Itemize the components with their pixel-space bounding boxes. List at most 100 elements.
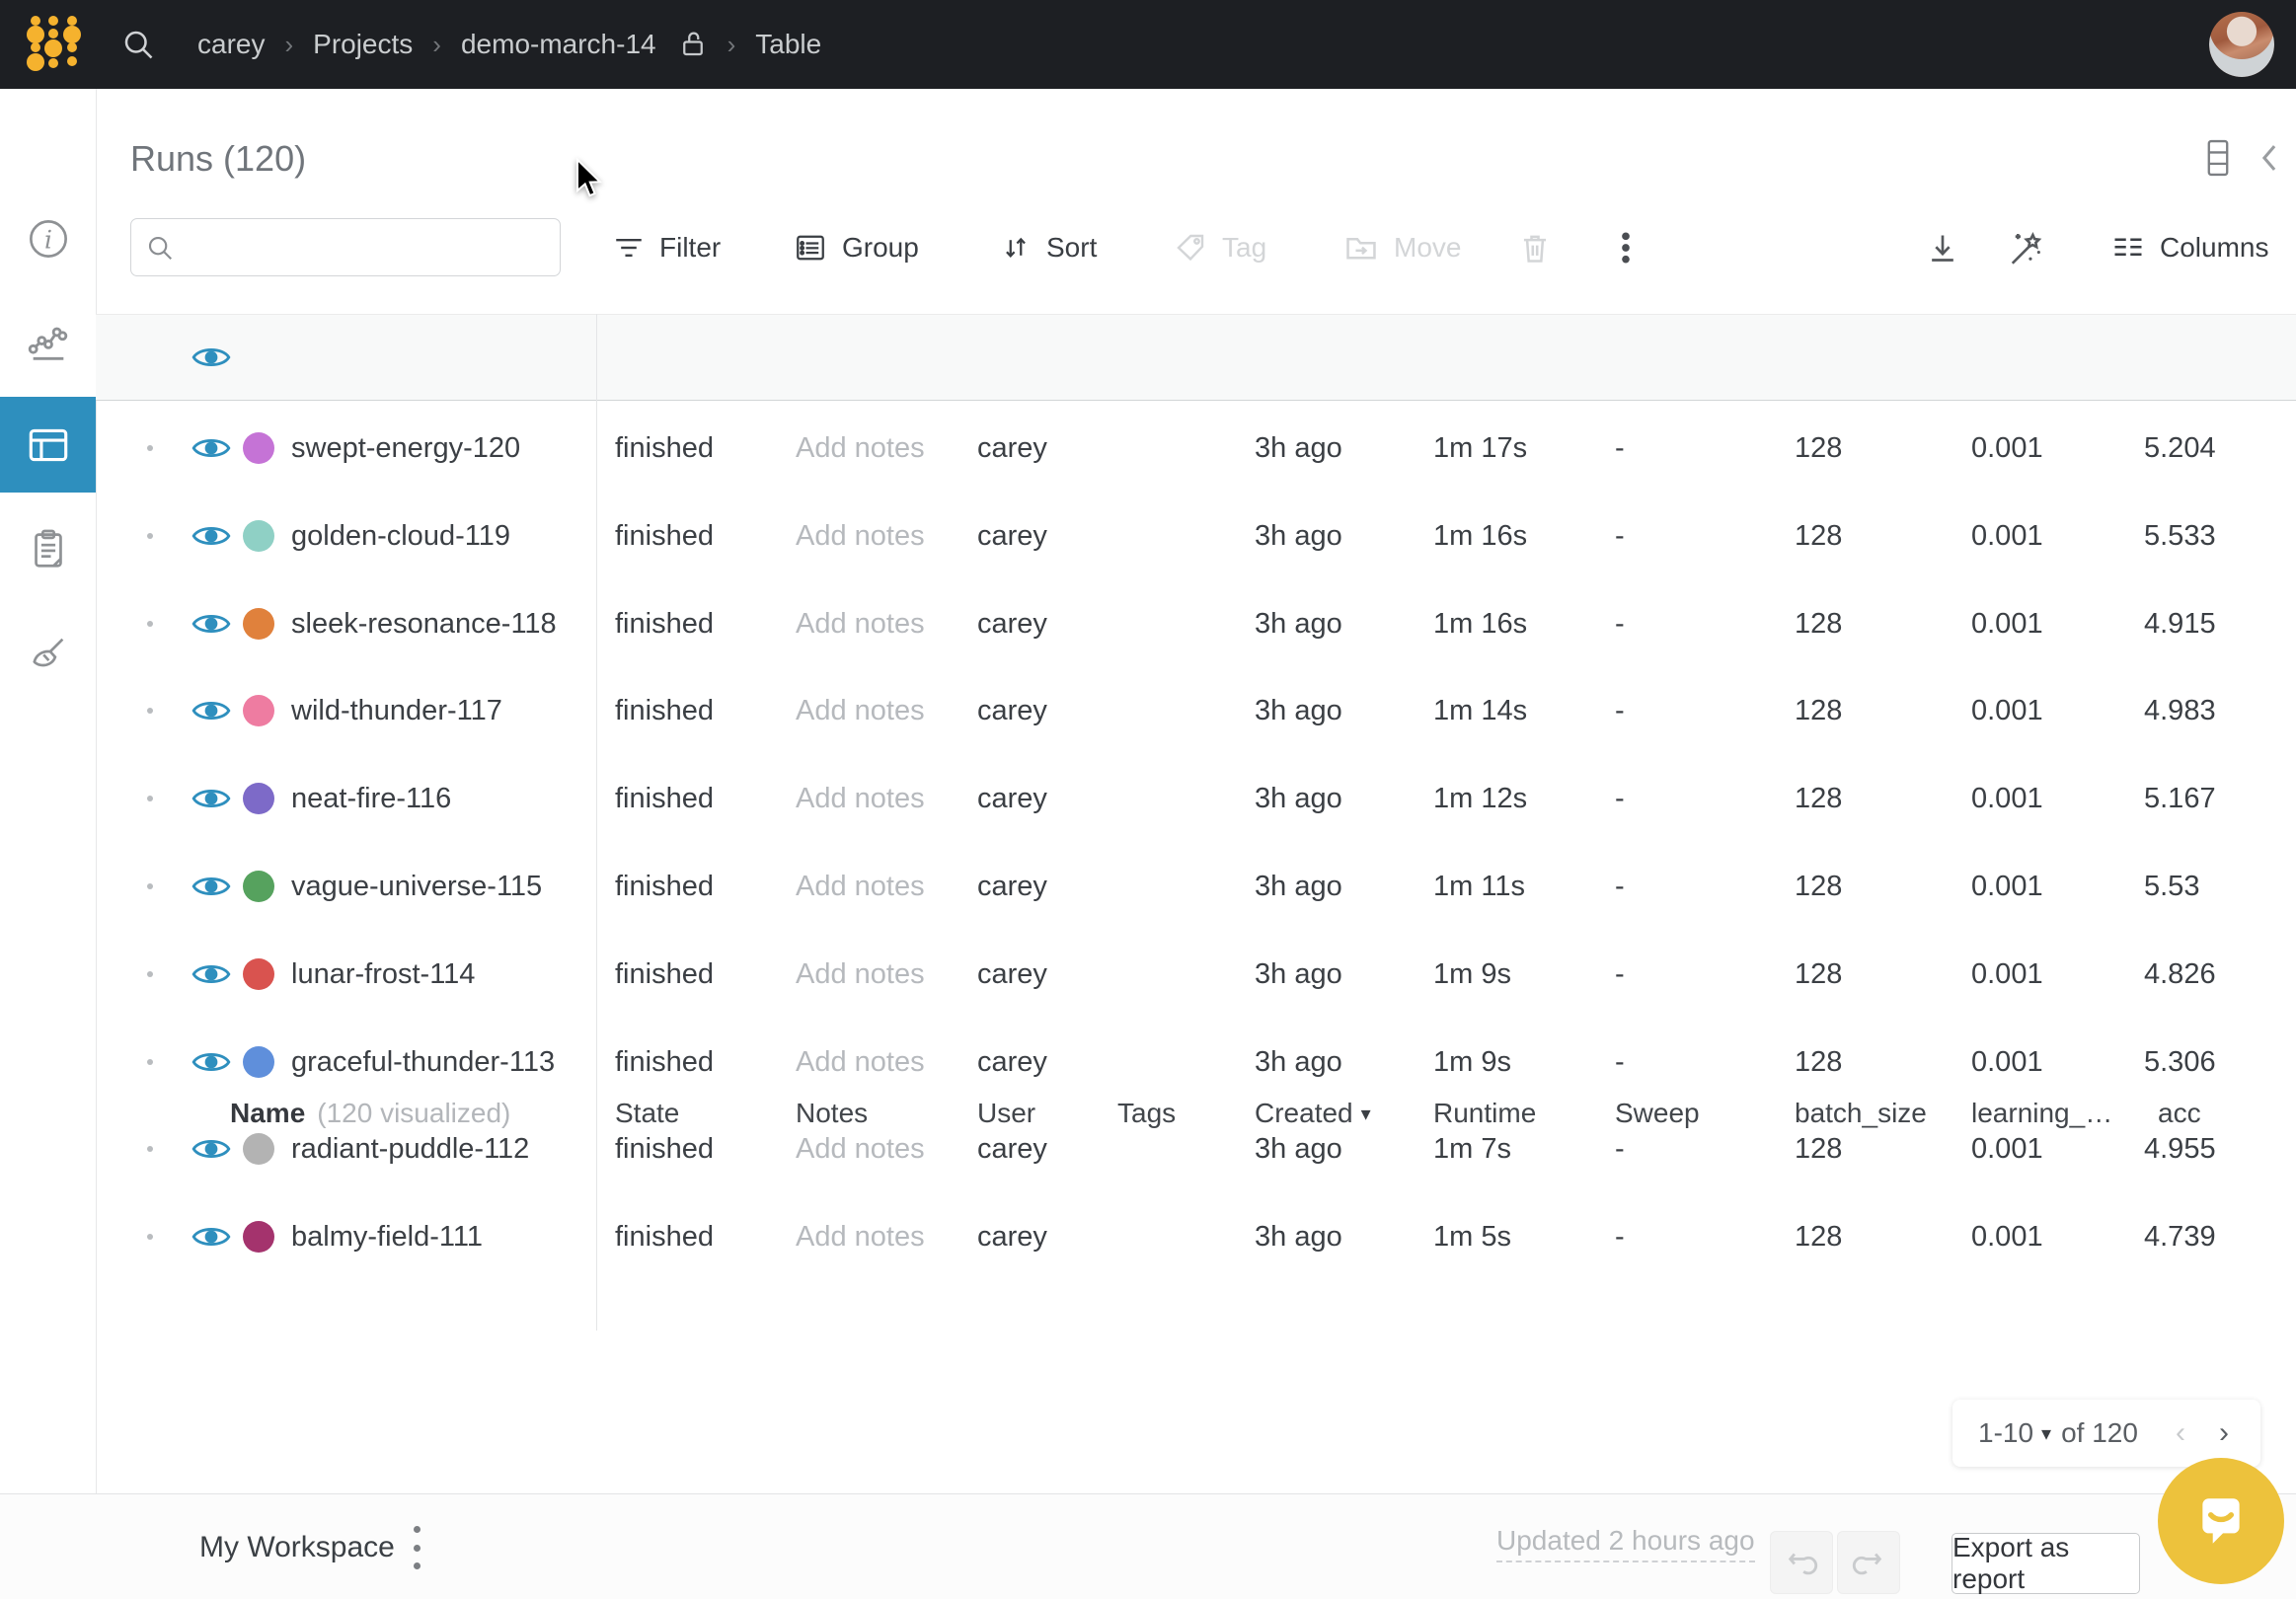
workspace-label[interactable]: My Workspace [199,1494,395,1599]
page-title: Runs (120) [130,138,306,180]
breadcrumb-project[interactable]: demo-march-14 [461,29,656,60]
more-actions-button[interactable] [1609,219,1643,276]
row-visibility-eye-icon[interactable] [191,580,232,667]
download-button[interactable] [1923,219,1962,276]
table-row[interactable]: wild-thunder-117 finished Add notes care… [0,667,2296,754]
run-name-link[interactable]: balmy-field-111 [291,1193,483,1280]
group-button[interactable]: Group [793,219,919,276]
table-row[interactable]: golden-cloud-119 finished Add notes care… [0,493,2296,579]
run-name-link[interactable]: graceful-thunder-113 [291,1019,555,1105]
breadcrumb-page[interactable]: Table [755,29,821,60]
run-name-link[interactable]: lunar-frost-114 [291,931,475,1018]
drag-handle-dot[interactable] [147,883,153,889]
user-avatar[interactable] [2209,12,2274,77]
prev-page-chevron-icon[interactable]: ‹ [2176,1416,2185,1450]
add-notes-placeholder[interactable]: Add notes [796,1105,925,1192]
tag-button[interactable]: Tag [1173,219,1266,276]
table-row[interactable]: swept-energy-120 finished Add notes care… [0,405,2296,492]
run-name-link[interactable]: vague-universe-115 [291,843,542,930]
run-name-link[interactable]: neat-fire-116 [291,755,451,842]
wandb-logo-icon[interactable] [16,8,89,81]
info-icon: i [26,216,71,262]
run-created: 3h ago [1255,667,1342,754]
add-notes-placeholder[interactable]: Add notes [796,1193,925,1280]
breadcrumb-user[interactable]: carey [197,29,265,60]
drag-handle-dot[interactable] [147,1146,153,1152]
run-name-link[interactable]: wild-thunder-117 [291,667,502,754]
run-user: carey [977,931,1047,1018]
row-visibility-eye-icon[interactable] [191,755,232,842]
table-row[interactable]: graceful-thunder-113 finished Add notes … [0,1019,2296,1105]
run-color-dot [243,608,274,640]
run-state: finished [615,931,714,1018]
mouse-cursor-icon [571,158,606,201]
table-row[interactable]: radiant-puddle-112 finished Add notes ca… [0,1105,2296,1192]
drag-handle-dot[interactable] [147,971,153,977]
sidebar-item-overview[interactable]: i [0,190,96,286]
add-notes-placeholder[interactable]: Add notes [796,755,925,842]
table-row[interactable]: lunar-frost-114 finished Add notes carey… [0,931,2296,1018]
run-learning-rate: 0.001 [1971,931,2043,1018]
run-runtime: 1m 9s [1433,931,1511,1018]
updated-link[interactable]: Updated 2 hours ago [1496,1525,1755,1562]
panel-layout-icon[interactable] [2203,138,2233,178]
add-notes-placeholder[interactable]: Add notes [796,405,925,492]
move-button[interactable]: Move [1342,219,1461,276]
run-learning-rate: 0.001 [1971,405,2043,492]
row-visibility-eye-icon[interactable] [191,405,232,492]
magic-wand-button[interactable] [2004,219,2045,276]
run-name-link[interactable]: golden-cloud-119 [291,493,510,579]
run-user: carey [977,755,1047,842]
add-notes-placeholder[interactable]: Add notes [796,493,925,579]
drag-handle-dot[interactable] [147,1059,153,1065]
run-state: finished [615,667,714,754]
add-notes-placeholder[interactable]: Add notes [796,667,925,754]
filter-button[interactable]: Filter [612,219,721,276]
row-visibility-eye-icon[interactable] [191,667,232,754]
row-visibility-eye-icon[interactable] [191,931,232,1018]
table-row[interactable]: vague-universe-115 finished Add notes ca… [0,843,2296,930]
table-row[interactable]: balmy-field-111 finished Add notes carey… [0,1193,2296,1280]
page-range-dropdown[interactable]: 1-10▾ [1978,1417,2051,1449]
global-search-icon[interactable] [120,27,156,62]
run-acc: 4.915 [2144,580,2216,667]
add-notes-placeholder[interactable]: Add notes [796,1019,925,1105]
table-row[interactable]: neat-fire-116 finished Add notes carey 3… [0,755,2296,842]
drag-handle-dot[interactable] [147,445,153,451]
search-input[interactable] [187,231,546,264]
breadcrumb-projects[interactable]: Projects [313,29,413,60]
row-visibility-eye-icon[interactable] [191,493,232,579]
columns-button[interactable]: Columns [2110,219,2268,276]
drag-handle-dot[interactable] [147,796,153,801]
row-visibility-eye-icon[interactable] [191,1105,232,1192]
add-notes-placeholder[interactable]: Add notes [796,843,925,930]
add-notes-placeholder[interactable]: Add notes [796,580,925,667]
run-state: finished [615,1105,714,1192]
next-page-chevron-icon[interactable]: › [2219,1416,2229,1450]
delete-button[interactable] [1516,219,1554,276]
row-visibility-eye-icon[interactable] [191,843,232,930]
drag-handle-dot[interactable] [147,621,153,627]
undo-button[interactable] [1770,1531,1833,1594]
row-visibility-eye-icon[interactable] [191,1193,232,1280]
drag-handle-dot[interactable] [147,1234,153,1240]
export-as-report-button[interactable]: Export as report [1952,1533,2140,1594]
run-sweep: - [1615,755,1625,842]
run-name-link[interactable]: radiant-puddle-112 [291,1105,529,1192]
chat-support-button[interactable] [2158,1458,2284,1584]
collapse-chevron-icon[interactable] [2258,141,2280,175]
toggle-all-eye-icon[interactable] [191,314,232,401]
sidebar-item-charts[interactable] [0,294,96,390]
top-nav-bar: carey › Projects › demo-march-14 › Table [0,0,2296,89]
drag-handle-dot[interactable] [147,708,153,714]
workspace-menu-button[interactable] [407,1526,426,1569]
sort-button[interactable]: Sort [999,219,1097,276]
row-visibility-eye-icon[interactable] [191,1019,232,1105]
table-row[interactable]: sleek-resonance-118 finished Add notes c… [0,580,2296,667]
trash-icon [1516,229,1554,266]
drag-handle-dot[interactable] [147,533,153,539]
redo-button[interactable] [1837,1531,1900,1594]
add-notes-placeholder[interactable]: Add notes [796,931,925,1018]
run-name-link[interactable]: sleek-resonance-118 [291,580,557,667]
run-name-link[interactable]: swept-energy-120 [291,405,520,492]
